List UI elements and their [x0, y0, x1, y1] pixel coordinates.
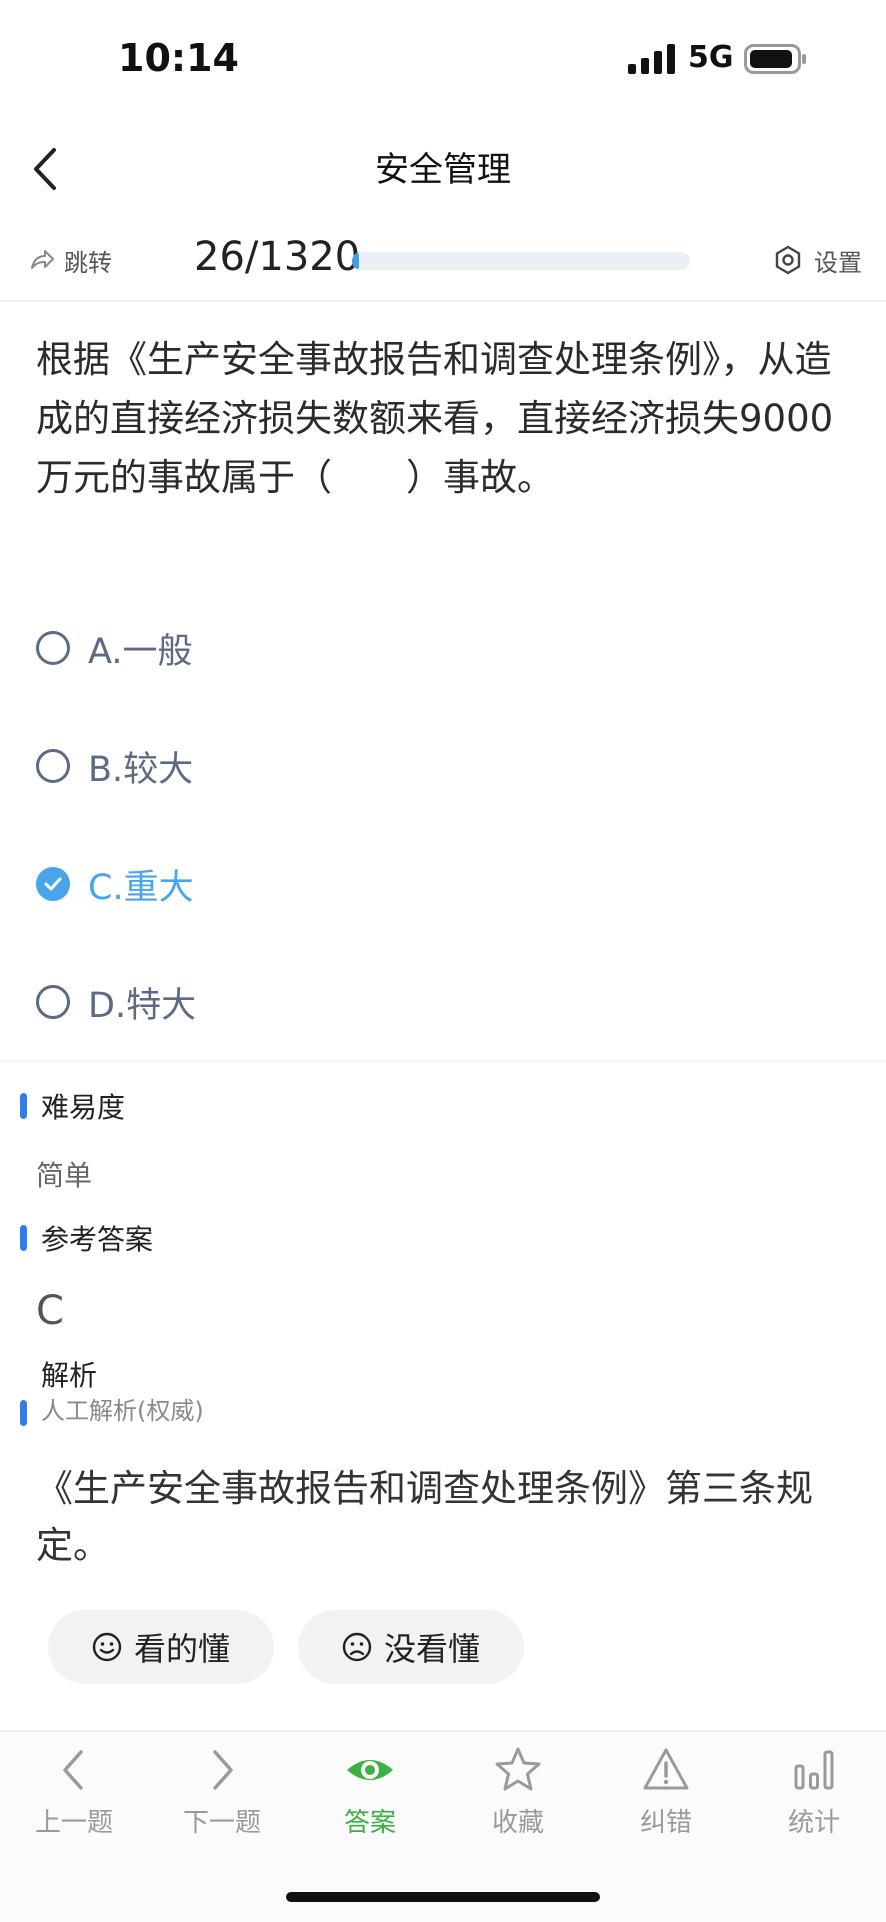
- page-title: 安全管理: [375, 150, 511, 190]
- option-b[interactable]: B.较大: [36, 736, 193, 796]
- radio-icon: [36, 749, 70, 783]
- divider: [0, 1060, 886, 1062]
- share-arrow-icon: [31, 250, 54, 269]
- tab-favorite[interactable]: 收藏: [444, 1744, 592, 1839]
- option-label: D.特大: [88, 985, 197, 1026]
- tab-label: 答案: [343, 1808, 396, 1838]
- signal-icon: [628, 44, 675, 74]
- difficulty-title: 难易度: [41, 1091, 126, 1124]
- option-c[interactable]: C.重大: [36, 854, 194, 914]
- chevron-left-icon: [63, 1750, 83, 1790]
- analysis-subtitle: 人工解析(权威): [41, 1397, 204, 1425]
- section-marker: [20, 1225, 27, 1251]
- divider: [0, 300, 886, 302]
- analysis-text: 《生产安全事故报告和调查处理条例》第三条规定。: [36, 1467, 813, 1567]
- bar-chart-icon: [794, 1750, 834, 1790]
- eye-icon: [347, 1760, 393, 1780]
- not-understood-button[interactable]: 没看懂: [298, 1610, 524, 1684]
- chevron-right-icon: [213, 1750, 233, 1790]
- reference-title: 参考答案: [41, 1223, 154, 1256]
- tab-label: 收藏: [491, 1808, 544, 1838]
- settings-label: 设置: [814, 248, 862, 277]
- frown-icon: [342, 1632, 372, 1662]
- tab-previous[interactable]: 上一题: [0, 1744, 148, 1839]
- tab-report-error[interactable]: 纠错: [592, 1744, 740, 1839]
- tab-label: 上一题: [34, 1808, 113, 1838]
- star-icon: [495, 1747, 541, 1791]
- not-understood-label: 没看懂: [383, 1630, 480, 1668]
- jump-label: 跳转: [64, 248, 112, 277]
- tab-label: 下一题: [182, 1808, 261, 1838]
- tab-next[interactable]: 下一题: [148, 1744, 296, 1839]
- reference-header: 参考答案: [20, 1220, 153, 1256]
- analysis-title: 解析: [41, 1359, 98, 1392]
- option-label: C.重大: [88, 867, 194, 908]
- radio-icon: [36, 631, 70, 665]
- tab-answer[interactable]: 答案: [296, 1744, 444, 1839]
- battery-icon: [744, 44, 806, 74]
- jump-button[interactable]: 跳转: [28, 242, 112, 278]
- reference-answer: C: [36, 1288, 64, 1334]
- question-counter: 26/1320: [194, 234, 361, 280]
- tab-statistics[interactable]: 统计: [740, 1744, 886, 1839]
- radio-icon: [36, 985, 70, 1019]
- section-marker: [20, 1093, 27, 1119]
- option-label: A.一般: [88, 631, 193, 672]
- status-time: 10:14: [118, 36, 239, 80]
- warning-icon: [643, 1748, 689, 1790]
- question-text: 根据《生产安全事故报告和调查处理条例》，从造成的直接经济损失数额来看，直接经济损…: [36, 338, 834, 499]
- settings-icon: [775, 245, 801, 275]
- section-marker: [20, 1400, 27, 1426]
- option-a[interactable]: A.一般: [36, 618, 192, 678]
- smile-icon: [92, 1632, 122, 1662]
- tab-label: 统计: [787, 1808, 840, 1838]
- progress-bar: [352, 252, 690, 270]
- tab-label: 纠错: [639, 1808, 692, 1838]
- settings-button[interactable]: 设置: [772, 242, 862, 278]
- analysis-header: 解析 人工解析(权威): [20, 1358, 204, 1428]
- check-circle-icon: [36, 867, 70, 901]
- understood-button[interactable]: 看的懂: [48, 1610, 274, 1684]
- network-type: 5G: [688, 40, 734, 75]
- home-indicator: [286, 1892, 600, 1902]
- difficulty-value: 简单: [36, 1159, 93, 1192]
- difficulty-header: 难易度: [20, 1088, 125, 1124]
- option-label: B.较大: [88, 749, 194, 790]
- option-d[interactable]: D.特大: [36, 972, 196, 1032]
- understood-label: 看的懂: [133, 1630, 230, 1668]
